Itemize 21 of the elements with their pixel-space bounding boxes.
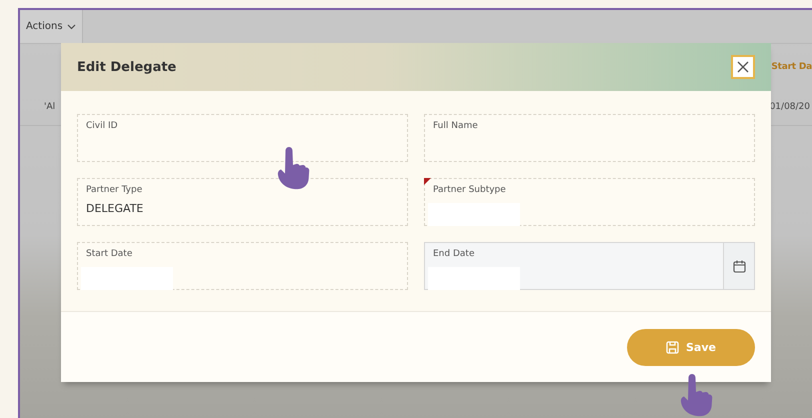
actions-menu-button[interactable]: Actions <box>20 10 83 43</box>
close-button[interactable] <box>731 55 755 79</box>
input-field[interactable]: Civil ID <box>77 114 408 162</box>
field-label: Start Date <box>86 249 134 259</box>
dialog-title: Edit Delegate <box>77 60 176 74</box>
input-field[interactable]: Partner Type DELEGATE <box>77 178 408 226</box>
calendar-button[interactable] <box>723 243 754 289</box>
caret-icon <box>66 24 76 30</box>
field-label: Civil ID <box>86 121 119 131</box>
table-cell: 01/08/20 <box>770 102 810 112</box>
field-value: DELEGATE <box>86 202 144 215</box>
field-label: Partner Type <box>86 185 144 195</box>
close-icon <box>737 61 749 73</box>
save-icon <box>666 340 679 354</box>
field-label: Full Name <box>433 121 479 131</box>
column-header: Start Da <box>771 62 812 72</box>
field-label: End Date <box>433 249 476 259</box>
table-cell: 'Al <box>44 102 56 112</box>
input-field[interactable]: Full Name <box>424 114 755 162</box>
field-label: Partner Subtype <box>433 185 507 195</box>
calendar-icon <box>732 260 746 272</box>
